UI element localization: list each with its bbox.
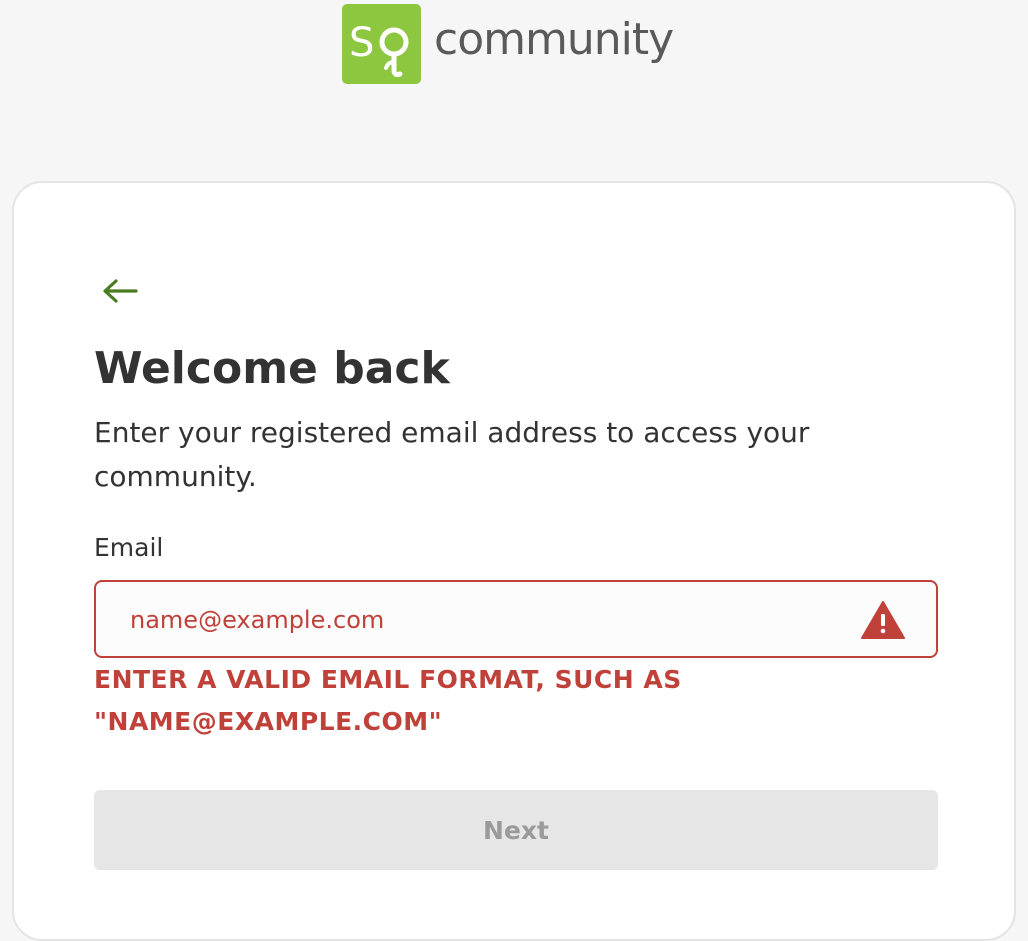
arrow-left-icon xyxy=(103,279,138,303)
page-subtitle: Enter your registered email address to a… xyxy=(94,416,810,493)
email-error-message: ENTER A VALID EMAIL FORMAT, SUCH AS "NAM… xyxy=(94,665,682,736)
email-field-wrapper xyxy=(94,580,938,658)
next-button[interactable]: Next xyxy=(94,790,938,870)
header: S community xyxy=(0,0,1028,100)
back-button[interactable] xyxy=(100,279,140,303)
login-card: Welcome back Enter your registered email… xyxy=(12,181,1016,941)
email-label: Email xyxy=(94,533,164,562)
brand-name: community xyxy=(434,14,674,65)
email-input[interactable] xyxy=(128,582,832,658)
svg-text:S: S xyxy=(349,20,374,66)
warning-triangle-icon xyxy=(861,601,905,639)
page-title: Welcome back xyxy=(94,343,450,394)
sq-logo-icon: S xyxy=(342,4,421,84)
